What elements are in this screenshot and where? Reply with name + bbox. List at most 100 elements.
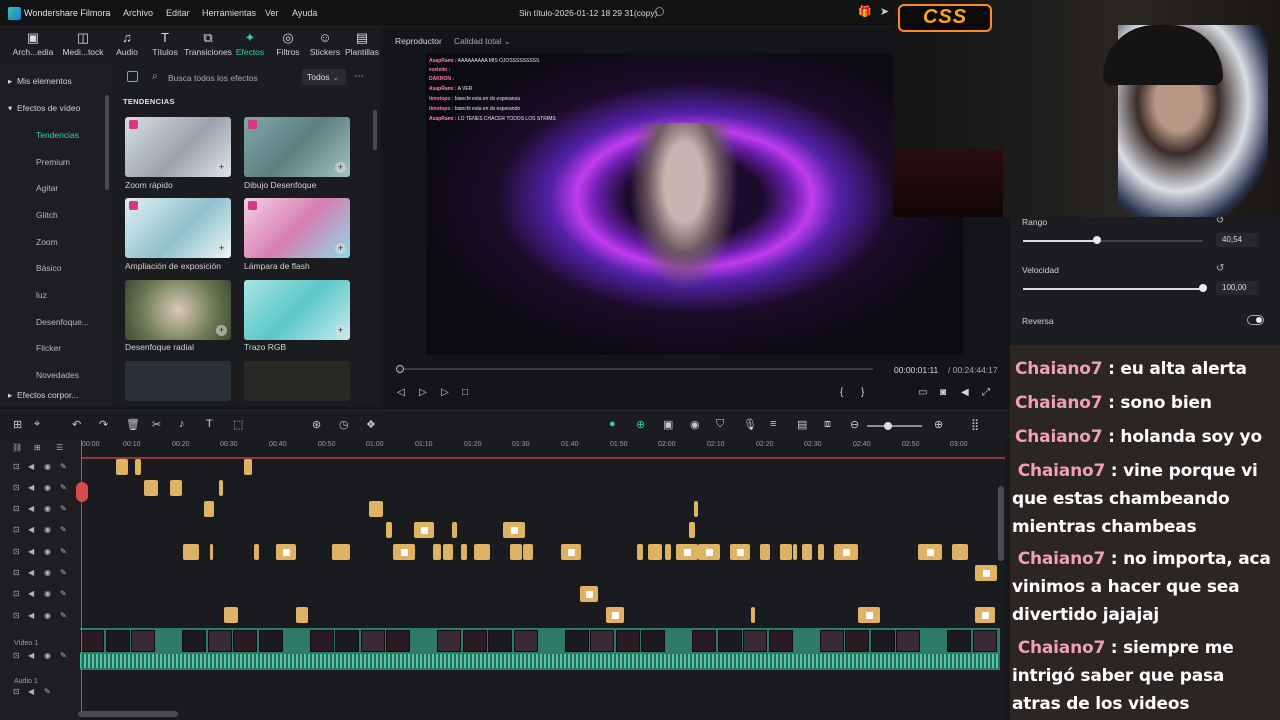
more-options-icon[interactable]: ⋯ [354, 71, 364, 82]
magnet-icon[interactable]: ⊕ [636, 418, 645, 431]
edit-icon[interactable]: ✎ [60, 504, 67, 513]
edit-icon[interactable]: ✎ [60, 462, 67, 471]
video-preview[interactable]: AsapRami : AAAAAAAAA MIS OJOSSSSSSSSS ez… [426, 53, 963, 355]
volume-icon[interactable]: ◀ [28, 589, 34, 598]
play-icon[interactable]: ▷ [441, 387, 449, 398]
timeline-clip[interactable] [296, 607, 308, 623]
timeline-clip[interactable] [918, 544, 942, 560]
link-icon[interactable]: ⛓ [12, 443, 22, 452]
fullscreen-icon[interactable]: ⤢ [982, 387, 990, 398]
timeline-clip[interactable] [219, 480, 223, 496]
volume-icon[interactable]: ◀ [28, 525, 34, 534]
add-icon[interactable]: + [335, 162, 346, 173]
timeline-clip[interactable] [698, 544, 720, 560]
edit-icon[interactable]: ✎ [60, 547, 67, 556]
add-icon[interactable]: + [216, 162, 227, 173]
timeline-clip[interactable] [116, 459, 128, 475]
sidebar-body-effects[interactable]: ▸ Efectos corpor... [8, 390, 78, 401]
gift-icon[interactable]: 🎁 [858, 6, 872, 19]
sidebar-item-zoom[interactable]: Zoom [36, 237, 58, 247]
timeline-clip[interactable] [637, 544, 643, 560]
text-tool-icon[interactable]: T [206, 418, 213, 430]
lock-icon[interactable]: ⊡ [13, 547, 20, 556]
sidebar-scrollbar[interactable] [105, 95, 109, 190]
track-manager-icon[interactable]: ☰ [56, 443, 63, 452]
stop-icon[interactable]: □ [462, 387, 468, 398]
edit-icon[interactable]: ✎ [60, 589, 67, 598]
effect-card-zoom-rapido[interactable]: + [125, 117, 231, 177]
layout-icon[interactable]: ⊞ [13, 418, 22, 431]
scissors-icon[interactable] [76, 482, 88, 502]
timeline-clip[interactable] [523, 544, 533, 560]
eye-icon[interactable]: ◉ [44, 483, 51, 492]
display-icon[interactable]: ▭ [918, 387, 927, 398]
timeline-clip[interactable] [144, 480, 158, 496]
timeline-clip[interactable] [414, 522, 434, 538]
timeline-h-scrollbar[interactable] [78, 711, 178, 717]
timeline-clip[interactable] [503, 522, 525, 538]
snap-icon[interactable]: ● [609, 418, 616, 430]
crop-icon[interactable]: ⬚ [233, 418, 243, 431]
timeline-clip[interactable] [665, 544, 671, 560]
timeline-clip[interactable] [433, 544, 441, 560]
timeline-clip[interactable] [818, 544, 824, 560]
menu-ver[interactable]: Ver [265, 8, 279, 18]
timeline-clip[interactable] [204, 501, 214, 517]
effect-card-ampliacion[interactable]: + [125, 198, 231, 258]
lock-icon[interactable]: ⊡ [13, 504, 20, 513]
eye-icon[interactable]: ◉ [44, 651, 51, 660]
pip-icon[interactable]: ▤ [797, 418, 807, 431]
range-value-input[interactable]: 40,54 [1216, 233, 1258, 247]
sidebar-item-novedades[interactable]: Novedades [36, 370, 79, 380]
tool-stock[interactable]: ◫ Medi...tock [59, 27, 107, 64]
speed-slider[interactable] [1023, 288, 1203, 290]
player-tab[interactable]: Reproductor [395, 36, 442, 46]
speed-value-input[interactable]: 100,00 [1216, 281, 1258, 295]
edit-icon[interactable]: ✎ [60, 568, 67, 577]
volume-icon[interactable]: ◀ [28, 611, 34, 620]
eye-icon[interactable]: ◉ [44, 547, 51, 556]
timeline-clip[interactable] [793, 544, 797, 560]
timeline-clip[interactable] [780, 544, 792, 560]
quality-dropdown[interactable]: Calidad total ⌄ [454, 36, 511, 47]
timeline-clip[interactable] [975, 565, 997, 581]
menu-herramientas[interactable]: Herramientas [202, 8, 256, 18]
volume-icon[interactable]: ◀ [28, 462, 34, 471]
eye-icon[interactable]: ◉ [44, 504, 51, 513]
range-slider[interactable] [1023, 240, 1203, 242]
undo-icon[interactable]: ↶ [72, 418, 81, 431]
lock-icon[interactable]: ⊡ [13, 651, 20, 660]
sidebar-item-luz[interactable]: luz [36, 290, 47, 300]
menu-ayuda[interactable]: Ayuda [292, 8, 317, 18]
sidebar-item-glitch[interactable]: Glitch [36, 210, 58, 220]
mark-in-icon[interactable]: { [840, 387, 843, 398]
sidebar-item-tendencias[interactable]: Tendencias [36, 130, 79, 140]
effects-tool-icon[interactable]: ❖ [366, 418, 376, 431]
add-track-icon[interactable]: ⊞ [34, 443, 41, 452]
effect-card-dibujo-desenfoque[interactable]: + [244, 117, 350, 177]
timeline-clip[interactable] [210, 544, 213, 560]
effect-card-lampara-flash[interactable]: + [244, 198, 350, 258]
timeline-clip[interactable] [224, 607, 238, 623]
add-icon[interactable]: + [216, 243, 227, 254]
store-icon[interactable] [127, 71, 138, 82]
timeline-clip[interactable] [689, 522, 695, 538]
sidebar-my-effects[interactable]: ▸ Mis elementos [8, 76, 72, 87]
lock-icon[interactable]: ⊡ [13, 611, 20, 620]
render-icon[interactable]: ▣ [663, 418, 673, 431]
edit-icon[interactable]: ✎ [44, 687, 51, 696]
ai-tool-icon[interactable]: ⊛ [312, 418, 321, 431]
lock-icon[interactable]: ⊡ [13, 525, 20, 534]
timeline-clip[interactable] [254, 544, 259, 560]
timeline-clip[interactable] [760, 544, 770, 560]
add-icon[interactable]: + [335, 325, 346, 336]
microphone-icon[interactable]: 🎙 [743, 418, 757, 431]
timeline-clip[interactable] [276, 544, 296, 560]
tool-titles[interactable]: T Títulos [141, 27, 189, 64]
volume-icon[interactable]: ◀ [28, 687, 34, 696]
timeline-clip[interactable] [730, 544, 750, 560]
timeline-clip[interactable] [170, 480, 182, 496]
search-input[interactable]: Busca todos los efectos [168, 73, 258, 83]
timeline-clip[interactable] [443, 544, 453, 560]
snapshot-icon[interactable]: ◙ [940, 387, 946, 398]
